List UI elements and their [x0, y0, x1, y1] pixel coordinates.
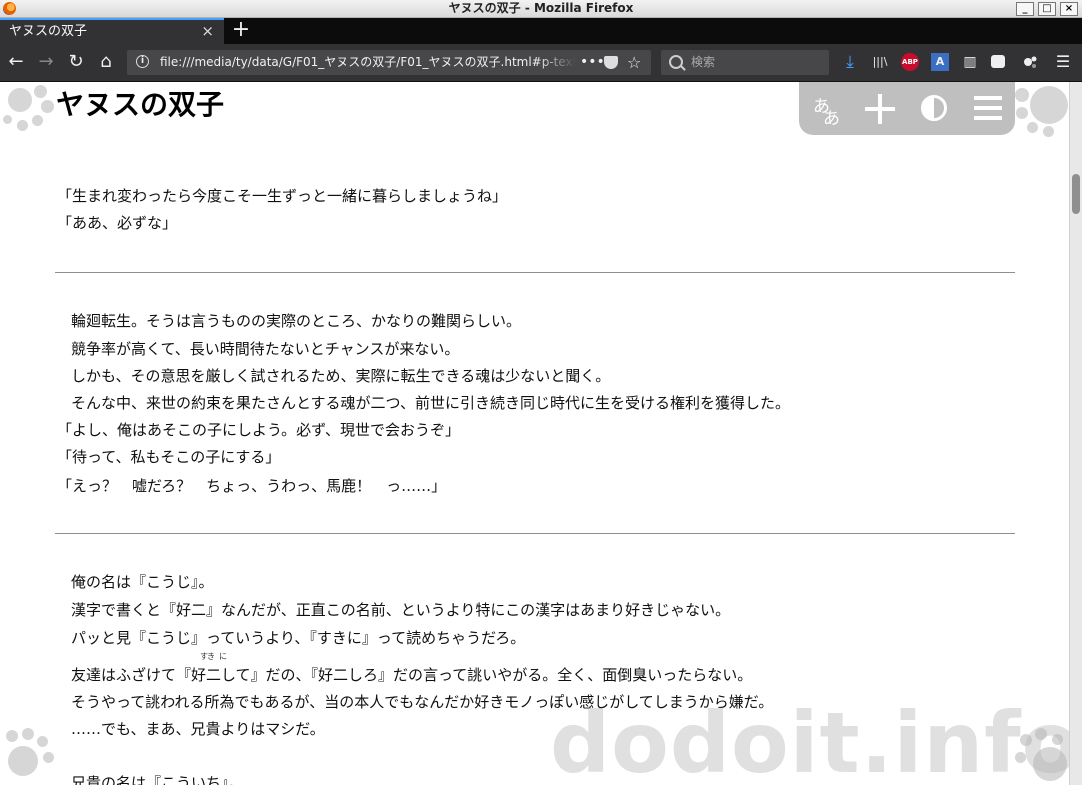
url-bar[interactable]: i file:///media/ty/data/G/F01_ヤヌスの双子/F01… — [127, 50, 651, 75]
decorative-dot-icon — [17, 120, 28, 131]
paragraph-line: 俺の名は『こうじ』。 — [71, 573, 214, 591]
bookmark-star-icon[interactable]: ☆ — [627, 50, 641, 75]
font-size-button[interactable] — [853, 82, 907, 135]
section-divider — [55, 272, 1015, 273]
tab-active[interactable]: ヤヌスの双子 × — [0, 18, 224, 44]
paragraph-line: 輪廻転生。そうは言うものの実際のところ、かなりの難関らしい。 — [71, 312, 522, 330]
back-button[interactable]: ← — [5, 51, 27, 73]
page-content: ヤヌスの双子 あ あ 「生まれ変わったら今度こそ一生ずっと一緒に暮らしましょうね… — [0, 82, 1069, 785]
paragraph-line: そんな中、来世の約束を果たさんとする魂が二つ、前世に引き続き同じ時代に生を受ける… — [71, 394, 790, 412]
ruby-ni: に — [219, 652, 227, 661]
paragraph-line: 「ああ、必ずな」 — [57, 214, 178, 232]
hamburger-icon — [974, 96, 1002, 100]
decorative-dot-icon — [43, 752, 54, 763]
watermark: dodoit.info — [550, 694, 1069, 785]
firefox-logo-icon — [3, 2, 16, 15]
page-scrollbar[interactable] — [1069, 82, 1082, 785]
decorative-dot-icon — [3, 115, 12, 124]
home-button[interactable]: ⌂ — [95, 51, 117, 73]
pocket-icon[interactable] — [604, 56, 618, 69]
hamburger-icon-middle — [974, 106, 1002, 110]
forward-button[interactable]: → — [35, 51, 57, 73]
close-window-button[interactable]: × — [1060, 2, 1078, 16]
decorative-dot-icon — [1016, 107, 1028, 119]
ruby-ki: き — [207, 652, 215, 661]
search-bar[interactable]: 検索 — [661, 50, 829, 75]
tab-strip: ヤヌスの双子 × + — [0, 18, 1082, 44]
decorative-dot-icon — [37, 736, 48, 747]
decorative-dot-icon — [6, 730, 18, 742]
decorative-dot-icon — [8, 88, 32, 112]
decorative-dot-icon — [41, 100, 54, 113]
navigation-toolbar: ← → ↻ ⌂ i file:///media/ty/data/G/F01_ヤヌ… — [0, 44, 1082, 82]
table-of-contents-button[interactable] — [961, 82, 1015, 135]
font-toggle-glyph-b: あ — [823, 109, 840, 129]
page-title: ヤヌスの双子 — [56, 88, 225, 121]
paragraph-line: 「待って、私もそこの子にする」 — [57, 448, 281, 466]
url-text[interactable]: file:///media/ty/data/G/F01_ヤヌスの双子/F01_ヤ… — [160, 50, 576, 75]
decorative-dot-icon — [1015, 88, 1029, 102]
plus-icon-vertical — [878, 94, 882, 124]
sidebar-icon[interactable]: ▥ — [961, 53, 979, 71]
page-actions-icon[interactable]: ••• — [580, 50, 605, 75]
window-title: ヤヌスの双子 - Mozilla Firefox — [448, 1, 634, 15]
paragraph-line: しかも、その意思を厳しく試されるため、実際に転生できる魂は少ないと聞く。 — [71, 367, 611, 385]
info-icon[interactable]: i — [136, 55, 149, 68]
decorative-dot-icon — [1027, 122, 1038, 133]
extension-icon[interactable] — [1021, 53, 1039, 71]
translate-icon[interactable]: A — [931, 53, 949, 71]
contrast-icon — [921, 95, 947, 121]
paragraph-line: 「えっ？ 嘘だろ？ ちょっ、うわっ、馬鹿！ っ……」 — [57, 477, 447, 495]
window-titlebar: ヤヌスの双子 - Mozilla Firefox _ □ × — [0, 0, 1082, 18]
decorative-dot-icon — [32, 115, 43, 126]
paragraph-line: 友達はふざけて『好二して』だの、『好二しろ』だの言って誂いやがる。全く、面倒臭い… — [71, 666, 753, 684]
container-icon[interactable] — [991, 55, 1005, 68]
scrollbar-thumb[interactable] — [1072, 174, 1080, 214]
adblock-icon[interactable]: ABP — [901, 53, 919, 71]
paragraph-line: 「よし、俺はあそこの子にしよう。必ず、現世で会おうぞ」 — [57, 421, 461, 439]
decorative-dot-icon — [1030, 86, 1068, 124]
decorative-dot-icon — [1043, 126, 1054, 137]
paragraph-line: 兄貴の名は『こういち』。 — [71, 774, 244, 785]
paragraph-line: 「生まれ変わったら今度こそ一生ずっと一緒に暮らしましょうね」 — [57, 187, 508, 205]
reload-button[interactable]: ↻ — [65, 51, 87, 73]
minimize-button[interactable]: _ — [1016, 2, 1034, 16]
search-input[interactable]: 検索 — [691, 50, 715, 75]
tab-label: ヤヌスの双子 — [9, 24, 88, 39]
download-icon[interactable]: ⤓ — [841, 53, 859, 71]
tab-close-icon[interactable]: × — [201, 20, 214, 43]
decorative-dot-icon — [34, 85, 47, 98]
paragraph-line: 競争率が高くて、長い時間待たないとチャンスが来ない。 — [71, 340, 460, 358]
paragraph-line: ……でも、まあ、兄貴よりはマシだ。 — [71, 720, 325, 738]
maximize-button[interactable]: □ — [1038, 2, 1056, 16]
decorative-dot-icon — [22, 728, 34, 740]
hamburger-icon-bottom — [974, 116, 1002, 120]
menu-icon[interactable]: ☰ — [1054, 53, 1072, 71]
paragraph-line: 漢字で書くと『好二』なんだが、正直この名前、というより特にこの漢字はあまり好きじ… — [71, 601, 731, 619]
section-divider — [55, 533, 1015, 534]
new-tab-button[interactable]: + — [231, 18, 251, 44]
search-icon — [669, 55, 683, 69]
font-toggle-button[interactable]: あ あ — [799, 82, 853, 135]
library-icon[interactable]: |||\ — [871, 53, 889, 71]
decorative-dot-icon — [8, 746, 38, 776]
contrast-button[interactable] — [907, 82, 961, 135]
paragraph-line: パッと見『こうじ』っていうより、『すきに』って読めちゃうだろ。 — [71, 629, 526, 647]
